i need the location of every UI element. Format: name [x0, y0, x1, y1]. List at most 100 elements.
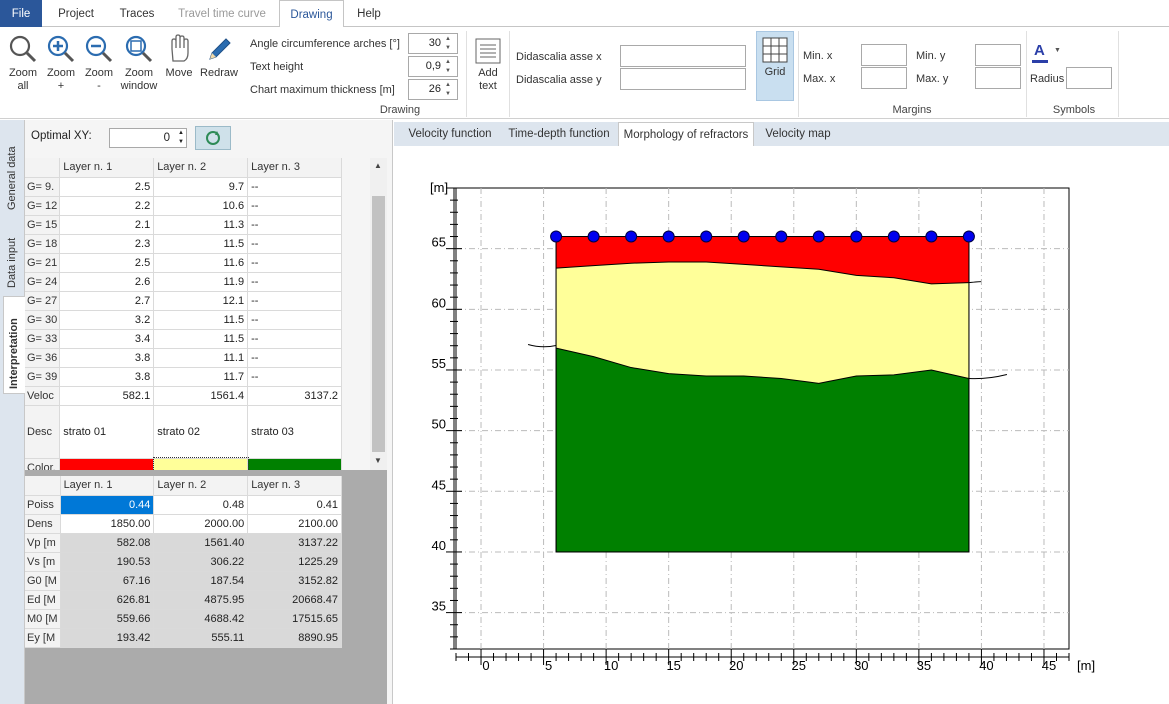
grid-button[interactable]: Grid	[756, 31, 794, 101]
table-cell[interactable]: 2.7	[59, 291, 155, 311]
table-cell[interactable]: 1225.29	[247, 552, 342, 572]
table-cell[interactable]: 4875.95	[153, 590, 249, 610]
refresh-button[interactable]	[195, 126, 231, 150]
text-height-spinner[interactable]: 0,9 ▲ ▼	[408, 56, 458, 77]
row-header[interactable]: G= 39	[25, 367, 61, 387]
table-cell[interactable]: 11.1	[153, 348, 249, 368]
spin-up-icon[interactable]: ▲	[445, 81, 455, 89]
row-header[interactable]: Ey [M	[25, 628, 61, 648]
column-header[interactable]: Layer n. 2	[153, 476, 249, 496]
table-cell[interactable]: 1561.40	[153, 533, 249, 553]
max-thickness-spinner[interactable]: 26 ▲ ▼	[408, 79, 458, 100]
table-cell[interactable]: 0.41	[247, 495, 342, 515]
row-header[interactable]: G= 33	[25, 329, 61, 349]
spin-down-icon[interactable]: ▼	[445, 90, 455, 98]
radius-input[interactable]	[1066, 67, 1112, 89]
menu-tab-travel-time-curve[interactable]: Travel time curve	[170, 0, 274, 27]
scroll-thumb[interactable]	[372, 196, 385, 452]
table-cell[interactable]: --	[247, 253, 342, 273]
tab-morphology-of-refractors[interactable]: Morphology of refractors	[618, 122, 754, 146]
table-cell[interactable]: --	[247, 196, 342, 216]
table-cell[interactable]: --	[247, 348, 342, 368]
tab-time-depth-function[interactable]: Time-depth function	[502, 122, 616, 146]
row-header[interactable]: G= 36	[25, 348, 61, 368]
table-cell[interactable]: 306.22	[153, 552, 249, 572]
redraw-button[interactable]: Redraw	[198, 33, 240, 80]
table-cell[interactable]: --	[247, 291, 342, 311]
row-header[interactable]: Ed [M	[25, 590, 61, 610]
tab-data-input[interactable]: Data input	[2, 220, 24, 294]
table-cell[interactable]: 3.4	[59, 329, 155, 349]
table-cell[interactable]: --	[247, 177, 342, 197]
table-cell[interactable]: 1561.4	[153, 386, 249, 406]
spin-up-icon[interactable]: ▲	[445, 58, 455, 66]
row-header[interactable]: M0 [M	[25, 609, 61, 629]
move-button[interactable]: Move	[160, 33, 198, 80]
menu-tab-traces[interactable]: Traces	[110, 0, 164, 27]
row-header[interactable]: Veloc	[25, 386, 61, 406]
max-x-input[interactable]	[861, 67, 907, 89]
table-cell[interactable]: 2100.00	[247, 514, 342, 534]
row-header[interactable]: G= 18	[25, 234, 61, 254]
table-cell[interactable]: --	[247, 215, 342, 235]
table-cell[interactable]: 17515.65	[247, 609, 342, 629]
table-cell[interactable]: 2.6	[59, 272, 155, 292]
zoom-minus-button[interactable]: Zoom -	[80, 33, 118, 93]
spin-down-icon[interactable]: ▼	[445, 44, 455, 52]
table-cell[interactable]: 2.3	[59, 234, 155, 254]
description-cell[interactable]: strato 03	[247, 405, 342, 459]
row-header[interactable]: G= 24	[25, 272, 61, 292]
table-cell[interactable]: 187.54	[153, 571, 249, 591]
grid-scrollbar[interactable]: ▲ ▼	[370, 158, 387, 470]
description-cell[interactable]: strato 01	[59, 405, 155, 459]
table-cell[interactable]: 9.7	[153, 177, 249, 197]
column-header[interactable]: Layer n. 1	[60, 476, 155, 496]
table-cell[interactable]: 67.16	[60, 571, 155, 591]
font-color-icon[interactable]: A	[1034, 42, 1045, 59]
table-cell[interactable]: 555.11	[153, 628, 249, 648]
caption-x-input[interactable]	[620, 45, 746, 67]
table-cell[interactable]: 0.44	[60, 495, 155, 515]
scroll-up-icon[interactable]: ▲	[374, 161, 382, 170]
row-header[interactable]: G= 12	[25, 196, 61, 216]
table-cell[interactable]: 11.7	[153, 367, 249, 387]
tab-velocity-map[interactable]: Velocity map	[756, 122, 840, 146]
table-cell[interactable]: 11.5	[153, 310, 249, 330]
table-cell[interactable]: 582.08	[60, 533, 155, 553]
zoom-all-button[interactable]: Zoom all	[4, 33, 42, 93]
table-cell[interactable]: 2.1	[59, 215, 155, 235]
table-cell[interactable]: 559.66	[60, 609, 155, 629]
row-header[interactable]: G= 27	[25, 291, 61, 311]
refractor-morphology-chart[interactable]: 0 5 10 15 20 25 30 35 40 45 [m] 35 40 45 50 55 60 65 [m]	[394, 146, 1169, 704]
column-header[interactable]: Layer n. 1	[59, 158, 155, 178]
table-cell[interactable]: 12.1	[153, 291, 249, 311]
table-cell[interactable]: 3.2	[59, 310, 155, 330]
add-text-button[interactable]: Add text	[470, 37, 506, 93]
table-cell[interactable]: 8890.95	[247, 628, 342, 648]
table-cell[interactable]: 2.5	[59, 253, 155, 273]
row-header[interactable]: G= 9.	[25, 177, 61, 197]
menu-tab-project[interactable]: Project	[48, 0, 104, 27]
scroll-down-icon[interactable]: ▼	[374, 456, 382, 465]
table-cell[interactable]: --	[247, 310, 342, 330]
table-cell[interactable]: 3.8	[59, 348, 155, 368]
spin-down-icon[interactable]: ▼	[445, 67, 455, 75]
row-header[interactable]: Desc	[25, 405, 61, 459]
zoom-window-button[interactable]: Zoom window	[118, 33, 160, 93]
menu-tab-help[interactable]: Help	[350, 0, 388, 27]
table-cell[interactable]: 11.5	[153, 329, 249, 349]
table-cell[interactable]: --	[247, 234, 342, 254]
caption-y-input[interactable]	[620, 68, 746, 90]
table-cell[interactable]: --	[247, 272, 342, 292]
table-cell[interactable]: --	[247, 329, 342, 349]
table-cell[interactable]: 4688.42	[153, 609, 249, 629]
table-cell[interactable]: 11.9	[153, 272, 249, 292]
table-cell[interactable]: 3137.2	[247, 386, 342, 406]
table-cell[interactable]: 2000.00	[153, 514, 249, 534]
menu-tab-file[interactable]: File	[0, 0, 42, 27]
layer-color-swatch[interactable]	[247, 458, 342, 470]
table-cell[interactable]: 626.81	[60, 590, 155, 610]
spin-up-icon[interactable]: ▲	[445, 35, 455, 43]
min-y-input[interactable]	[975, 44, 1021, 66]
table-cell[interactable]: 3.8	[59, 367, 155, 387]
